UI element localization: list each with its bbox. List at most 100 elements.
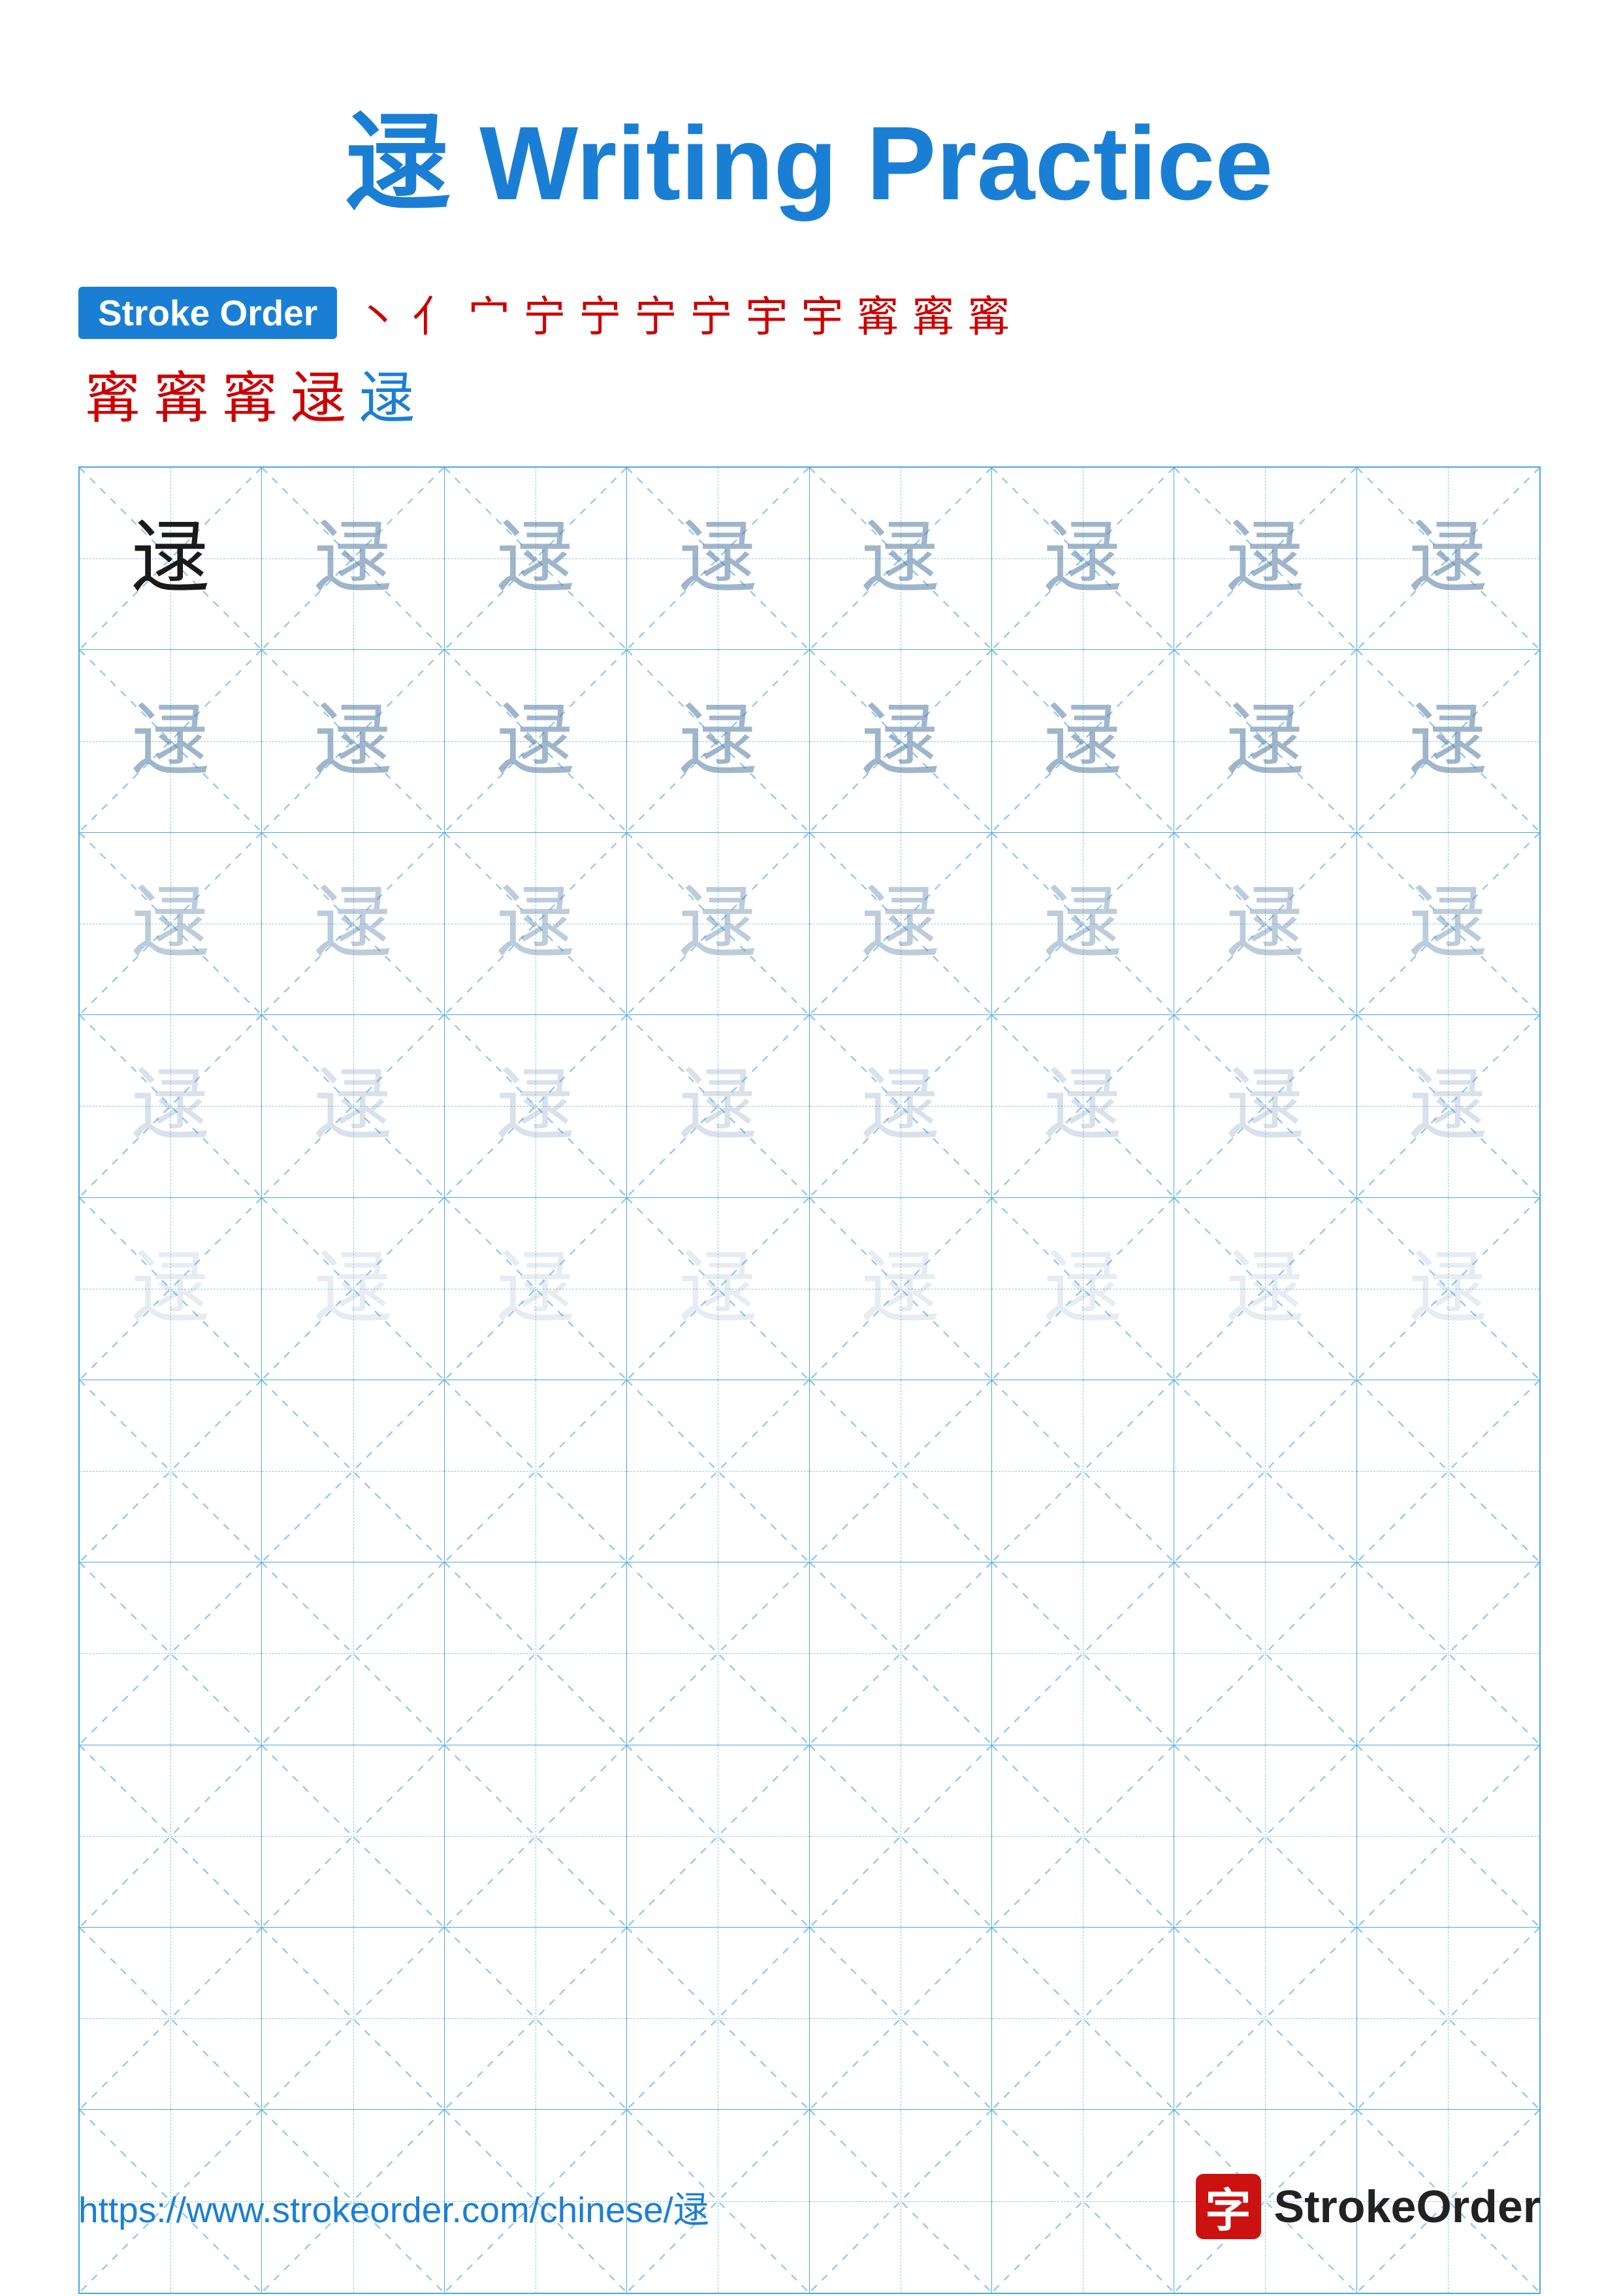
grid-cell[interactable]: 逯 xyxy=(627,1015,809,1197)
grid-cell[interactable] xyxy=(1357,1928,1539,2110)
stroke-char-r2: 逯 xyxy=(291,353,346,434)
grid-cell[interactable]: 逯 xyxy=(1174,833,1356,1015)
grid-cell[interactable]: 逯 xyxy=(627,468,809,650)
grid-cell[interactable]: 逯 xyxy=(262,650,444,832)
grid-cell[interactable] xyxy=(80,1380,262,1562)
stroke-char: 丶 xyxy=(357,282,399,344)
stroke-order-badge: Stroke Order xyxy=(78,287,337,339)
grid-cell[interactable] xyxy=(1174,1562,1356,1745)
grid-cell[interactable]: 逯 xyxy=(810,1015,992,1197)
grid-cell[interactable] xyxy=(445,1928,627,2110)
grid-cell[interactable]: 逯 xyxy=(1357,1015,1539,1197)
grid-cell[interactable]: 逯 xyxy=(262,1198,444,1380)
stroke-char-r2: 寗 xyxy=(85,353,140,434)
grid-cell[interactable]: 逯 xyxy=(627,1198,809,1380)
grid-cell[interactable] xyxy=(992,1562,1174,1745)
grid-cell[interactable] xyxy=(627,1562,809,1745)
grid-cell[interactable] xyxy=(810,1745,992,1928)
grid-cell[interactable]: 逯 xyxy=(1174,1015,1356,1197)
practice-char: 逯 xyxy=(1226,702,1304,781)
page-title: 逯 Writing Practice xyxy=(346,105,1274,221)
practice-char: 逯 xyxy=(1409,702,1487,781)
grid-cell[interactable]: 逯 xyxy=(810,650,992,832)
footer-logo-char: 字 xyxy=(1206,2174,1251,2240)
grid-cell[interactable] xyxy=(262,1745,444,1928)
grid-cell[interactable]: 逯 xyxy=(810,833,992,1015)
practice-char: 逯 xyxy=(1226,884,1304,963)
grid-cell[interactable]: 逯 xyxy=(445,650,627,832)
practice-char: 逯 xyxy=(496,1250,575,1328)
stroke-char: 宁 xyxy=(523,282,566,344)
grid-cell[interactable]: 逯 xyxy=(262,833,444,1015)
stroke-order-section: Stroke Order 丶 亻 宀 宁 宁 宁 宁 宇 宇 寗 寗 寗 寗 寗… xyxy=(78,282,1541,434)
grid-cell[interactable] xyxy=(1174,1380,1356,1562)
grid-cell[interactable]: 逯 xyxy=(445,468,627,650)
grid-cell[interactable]: 逯 xyxy=(992,833,1174,1015)
grid-cell[interactable]: 逯 xyxy=(80,833,262,1015)
footer-logo: 字 StrokeOrder xyxy=(1196,2174,1541,2239)
grid-cell[interactable] xyxy=(445,1745,627,1928)
grid-cell[interactable] xyxy=(627,1928,809,2110)
practice-char: 逯 xyxy=(1409,519,1487,598)
grid-cell[interactable]: 逯 xyxy=(1174,468,1356,650)
grid-cell[interactable] xyxy=(1174,1745,1356,1928)
practice-char: 逯 xyxy=(496,519,575,598)
title-section: 逯 Writing Practice xyxy=(78,78,1541,230)
stroke-chars-row1: 丶 亻 宀 宁 宁 宁 宁 宇 宇 寗 寗 寗 xyxy=(357,282,1010,344)
grid-cell[interactable]: 逯 xyxy=(1357,650,1539,832)
grid-cell[interactable] xyxy=(992,1928,1174,2110)
grid-cell[interactable] xyxy=(627,1380,809,1562)
grid-cell[interactable] xyxy=(1357,1380,1539,1562)
grid-cell[interactable]: 逯 xyxy=(262,468,444,650)
grid-cell[interactable]: 逯 xyxy=(80,1198,262,1380)
grid-cell[interactable] xyxy=(627,1745,809,1928)
grid-cell[interactable]: 逯 xyxy=(262,1015,444,1197)
stroke-char: 寗 xyxy=(967,282,1010,344)
stroke-char-r2: 逯 xyxy=(359,353,415,434)
grid-cell[interactable] xyxy=(1357,1562,1539,1745)
grid-cell[interactable] xyxy=(1174,1928,1356,2110)
grid-cell[interactable]: 逯 xyxy=(627,833,809,1015)
grid-cell[interactable]: 逯 xyxy=(992,650,1174,832)
grid-cell[interactable] xyxy=(810,1928,992,2110)
grid-cell[interactable] xyxy=(80,1745,262,1928)
grid-cell[interactable]: 逯 xyxy=(445,1198,627,1380)
practice-char: 逯 xyxy=(314,702,393,781)
grid-cell[interactable] xyxy=(80,1928,262,2110)
stroke-char: 亻 xyxy=(412,282,455,344)
grid-cell[interactable] xyxy=(992,1745,1174,1928)
grid-cell[interactable] xyxy=(810,1380,992,1562)
grid-cell[interactable]: 逯 xyxy=(810,468,992,650)
grid-cell[interactable] xyxy=(445,1562,627,1745)
grid-cell[interactable]: 逯 xyxy=(992,1198,1174,1380)
grid-cell[interactable]: 逯 xyxy=(445,1015,627,1197)
practice-char: 逯 xyxy=(131,884,210,963)
grid-cell[interactable] xyxy=(262,1562,444,1745)
grid-cell[interactable] xyxy=(262,1380,444,1562)
grid-cell[interactable]: 逯 xyxy=(810,1198,992,1380)
practice-char: 逯 xyxy=(679,702,757,781)
grid-cell[interactable]: 逯 xyxy=(1357,833,1539,1015)
practice-char: 逯 xyxy=(1044,1250,1122,1328)
grid-cell[interactable] xyxy=(992,1380,1174,1562)
grid-cell[interactable] xyxy=(1357,1745,1539,1928)
grid-cell[interactable]: 逯 xyxy=(80,468,262,650)
grid-cell[interactable]: 逯 xyxy=(445,833,627,1015)
grid-cell[interactable] xyxy=(445,1380,627,1562)
grid-cell[interactable] xyxy=(810,1562,992,1745)
grid-cell[interactable]: 逯 xyxy=(627,650,809,832)
grid-cell[interactable] xyxy=(262,1928,444,2110)
stroke-char: 宁 xyxy=(690,282,732,344)
grid-cell[interactable]: 逯 xyxy=(1357,468,1539,650)
grid-row xyxy=(80,1745,1539,1928)
practice-char: 逯 xyxy=(1409,1067,1487,1145)
grid-cell[interactable]: 逯 xyxy=(1174,1198,1356,1380)
grid-cell[interactable]: 逯 xyxy=(1357,1198,1539,1380)
grid-cell[interactable] xyxy=(80,1562,262,1745)
grid-cell[interactable]: 逯 xyxy=(80,650,262,832)
grid-cell[interactable]: 逯 xyxy=(80,1015,262,1197)
grid-cell[interactable]: 逯 xyxy=(992,1015,1174,1197)
practice-char: 逯 xyxy=(861,884,940,963)
grid-cell[interactable]: 逯 xyxy=(992,468,1174,650)
grid-cell[interactable]: 逯 xyxy=(1174,650,1356,832)
